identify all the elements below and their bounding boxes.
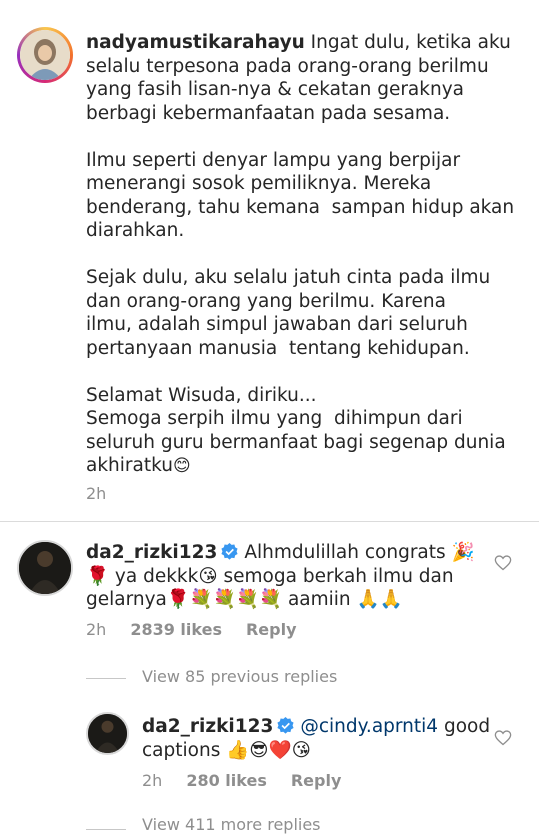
like-heart-icon[interactable] <box>494 730 512 746</box>
reply-username[interactable]: da2_rizki123 <box>142 716 273 737</box>
smile-emoji: 😊 <box>172 456 191 476</box>
divider <box>0 521 539 522</box>
comment-username[interactable]: da2_rizki123 <box>86 542 217 563</box>
user-photo-icon <box>19 542 71 594</box>
replies-divider-line <box>86 678 126 679</box>
comment-text: da2_rizki123 Alhmdulillah congrats 🎉 🌹 ya… <box>86 541 506 612</box>
avatar[interactable] <box>86 712 129 755</box>
reply-meta: 2h 280 likes Reply <box>142 771 341 790</box>
comment-time: 2h <box>86 620 107 639</box>
reply-button[interactable]: Reply <box>291 771 342 790</box>
likes-count[interactable]: 2839 likes <box>130 620 222 639</box>
caption-username[interactable]: nadyamustikarahayu <box>86 32 305 53</box>
view-previous-replies[interactable]: View 85 previous replies <box>142 667 337 686</box>
replies-divider-line <box>86 829 126 830</box>
user-photo-icon <box>20 30 70 80</box>
view-more-replies[interactable]: View 411 more replies <box>142 815 321 834</box>
reply-time: 2h <box>142 771 163 790</box>
caption-time: 2h <box>86 484 107 503</box>
caption-body: Ingat dulu, ketika aku selalu terpesona … <box>86 32 515 476</box>
caption-text: nadyamustikarahayu Ingat dulu, ketika ak… <box>86 31 526 479</box>
mention-link[interactable]: @cindy.aprnti4 <box>300 716 438 737</box>
reply-text: da2_rizki123 @cindy.aprnti4 good captions… <box>142 715 492 762</box>
user-photo-icon <box>88 714 127 753</box>
verified-badge-icon <box>277 717 294 734</box>
avatar[interactable] <box>20 30 70 80</box>
reply-button[interactable]: Reply <box>246 620 297 639</box>
comment-meta: 2h 2839 likes Reply <box>86 620 297 639</box>
caption-meta: 2h <box>86 484 106 503</box>
likes-count[interactable]: 280 likes <box>186 771 267 790</box>
avatar[interactable] <box>17 540 73 596</box>
verified-badge-icon <box>221 543 238 560</box>
like-heart-icon[interactable] <box>494 555 512 571</box>
